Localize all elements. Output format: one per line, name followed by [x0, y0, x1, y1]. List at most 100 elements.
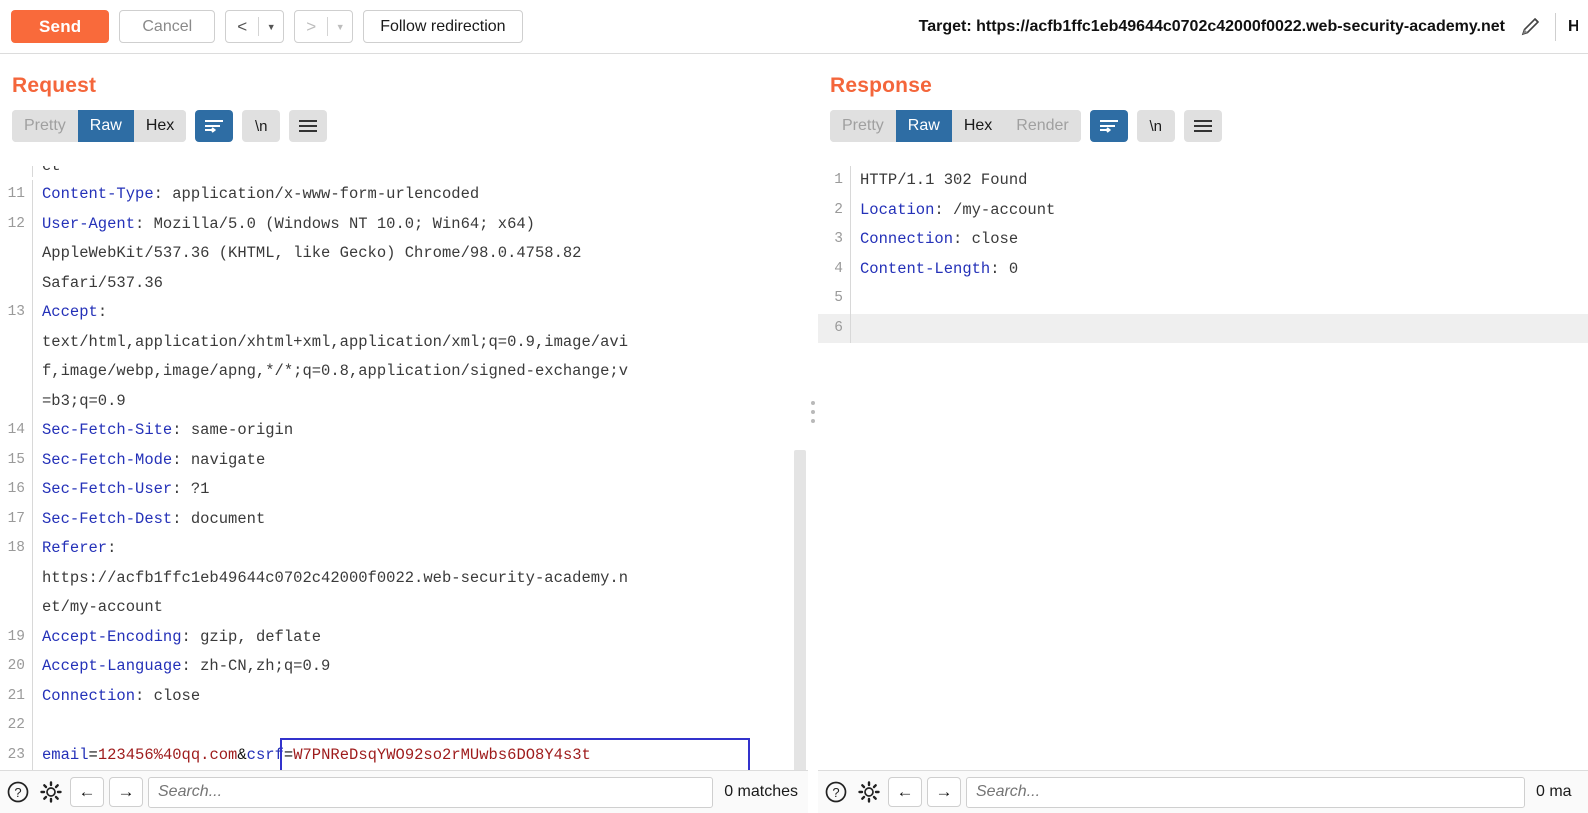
request-line[interactable]: 22 — [0, 711, 808, 741]
line-text: et — [32, 166, 808, 177]
header-name: Sec-Fetch-Site — [42, 421, 173, 439]
word-wrap-icon[interactable] — [1089, 110, 1128, 142]
tab-raw[interactable]: Raw — [77, 110, 134, 142]
equals-sign: = — [88, 745, 98, 764]
line-text — [850, 284, 1588, 314]
header-value: : /my-account — [934, 200, 1056, 219]
header-value: text/html,application/xhtml+xml,applicat… — [42, 332, 628, 351]
request-line[interactable]: 19 Accept-Encoding: gzip, deflate — [0, 622, 808, 652]
match-count-label: 0 matches — [724, 783, 798, 800]
search-prev-icon[interactable]: ← — [888, 777, 922, 807]
line-text: Accept-Language: zh-CN,zh;q=0.9 — [32, 652, 808, 682]
tab-pretty[interactable]: Pretty — [12, 110, 78, 142]
tab-hex[interactable]: Hex — [951, 110, 1005, 142]
send-button[interactable]: Send — [11, 10, 110, 43]
request-line[interactable]: https://acfb1ffc1eb49644c0702c42000f0022… — [0, 563, 808, 593]
line-text: Safari/537.36 — [32, 268, 808, 298]
tab-raw[interactable]: Raw — [895, 110, 952, 142]
line-number: 11 — [7, 186, 25, 202]
line-text: Referer: — [32, 534, 808, 564]
header-name: Referer — [42, 539, 108, 557]
response-line[interactable]: 6 — [818, 313, 1588, 343]
request-tab-row: Pretty Raw Hex \n — [0, 98, 808, 142]
request-body-line[interactable]: 23 email=123456%40qq.com&csrf=W7PNReDsqY… — [0, 740, 808, 770]
request-line[interactable]: 16 Sec-Fetch-User: ?1 — [0, 475, 808, 505]
request-line[interactable]: 20 Accept-Language: zh-CN,zh;q=0.9 — [0, 652, 808, 682]
line-text — [32, 711, 808, 741]
request-line[interactable]: 21 Connection: close — [0, 681, 808, 711]
help-icon[interactable]: ? — [4, 778, 32, 806]
request-line[interactable]: 12 User-Agent: Mozilla/5.0 (Windows NT 10… — [0, 209, 808, 239]
gear-icon[interactable] — [37, 778, 65, 806]
line-text: HTTP/1.1 302 Found — [850, 166, 1588, 196]
gear-icon[interactable] — [855, 778, 883, 806]
header-value: : close — [953, 230, 1019, 248]
header-name: Sec-Fetch-Dest — [42, 509, 173, 528]
request-line[interactable]: Safari/537.36 — [0, 268, 808, 298]
history-forward-icon[interactable]: > — [295, 11, 327, 42]
header-value: : 0 — [990, 259, 1019, 278]
word-wrap-icon[interactable] — [195, 110, 234, 142]
line-number: 18 — [7, 540, 25, 556]
request-line[interactable]: AppleWebKit/537.36 (KHTML, like Gecko) C… — [0, 239, 808, 269]
request-line[interactable]: 13 Accept: — [0, 298, 808, 328]
ampersand: & — [237, 745, 247, 764]
header-value: Safari/537.36 — [42, 273, 163, 292]
response-line[interactable]: 1 HTTP/1.1 302 Found — [818, 166, 1588, 196]
line-text: Sec-Fetch-Mode: navigate — [32, 445, 808, 475]
header-name: Location — [860, 200, 935, 219]
request-line[interactable]: 17 Sec-Fetch-Dest: document — [0, 504, 808, 534]
line-number: 16 — [7, 481, 25, 497]
line-text: Connection: close — [32, 681, 808, 711]
burp-repeater-window: Send Cancel < ▼ > ▼ Follow redirection T… — [0, 0, 1588, 813]
request-line[interactable]: 15 Sec-Fetch-Mode: navigate — [0, 445, 808, 475]
pencil-icon[interactable] — [1517, 14, 1543, 40]
follow-redirection-button[interactable]: Follow redirection — [363, 10, 523, 43]
request-line[interactable]: et/my-account — [0, 593, 808, 623]
history-back-group[interactable]: < ▼ — [225, 10, 285, 43]
request-line[interactable]: 14 Sec-Fetch-Site: same-origin — [0, 416, 808, 446]
header-value: : — [97, 303, 108, 321]
line-text: Content-Length: 0 — [850, 254, 1588, 284]
request-line[interactable]: f,image/webp,image/apng,*/*;q=0.8,applic… — [0, 357, 808, 387]
line-number: 3 — [834, 231, 843, 247]
cancel-button[interactable]: Cancel — [119, 10, 216, 43]
response-line[interactable]: 5 — [818, 284, 1588, 314]
history-back-icon[interactable]: < — [226, 11, 258, 42]
line-number: 2 — [834, 201, 843, 218]
search-prev-icon[interactable]: ← — [70, 777, 104, 807]
search-input[interactable] — [148, 776, 714, 808]
show-newline-button[interactable]: \n — [242, 110, 281, 142]
history-forward-group[interactable]: > ▼ — [294, 10, 354, 43]
request-line[interactable]: 11 Content-Type: application/x-www-form-u… — [0, 180, 808, 210]
response-line[interactable]: 3 Connection: close — [818, 225, 1588, 255]
response-bottom-bar: ? ← → 0 ma — [818, 770, 1588, 813]
help-icon[interactable]: ? — [822, 778, 850, 806]
hamburger-menu-icon[interactable] — [289, 110, 328, 142]
panel-splitter[interactable] — [808, 54, 818, 770]
tab-hex[interactable]: Hex — [133, 110, 187, 142]
response-view-tabs: Pretty Raw Hex Render — [830, 110, 1081, 142]
chevron-down-icon[interactable]: ▼ — [328, 11, 352, 42]
hamburger-menu-icon[interactable] — [1183, 110, 1222, 142]
request-line[interactable]: 18 Referer: — [0, 534, 808, 564]
search-input[interactable] — [966, 776, 1525, 808]
show-newline-button[interactable]: \n — [1136, 110, 1175, 142]
response-line[interactable]: 4 Content-Length: 0 — [818, 254, 1588, 284]
tab-pretty[interactable]: Pretty — [830, 110, 896, 142]
search-next-icon[interactable]: → — [109, 777, 143, 807]
drag-handle-icon — [811, 401, 815, 423]
header-name: Connection — [42, 686, 136, 705]
request-line[interactable]: text/html,application/xhtml+xml,applicat… — [0, 327, 808, 357]
response-editor[interactable]: 1 HTTP/1.1 302 Found 2 Location: /my-accoun… — [818, 166, 1588, 770]
line-text: Accept: — [32, 298, 808, 328]
line-text: User-Agent: Mozilla/5.0 (Windows NT 10.0… — [32, 209, 808, 239]
request-scrollbar[interactable] — [794, 450, 806, 813]
request-editor[interactable]: et 11 Content-Type: application/x-www-for… — [0, 166, 808, 770]
tab-render[interactable]: Render — [1004, 110, 1081, 142]
header-value: : ?1 — [172, 480, 210, 498]
search-next-icon[interactable]: → — [927, 777, 961, 807]
request-line[interactable]: =b3;q=0.9 — [0, 386, 808, 416]
response-line[interactable]: 2 Location: /my-account — [818, 195, 1588, 225]
chevron-down-icon[interactable]: ▼ — [259, 11, 283, 42]
